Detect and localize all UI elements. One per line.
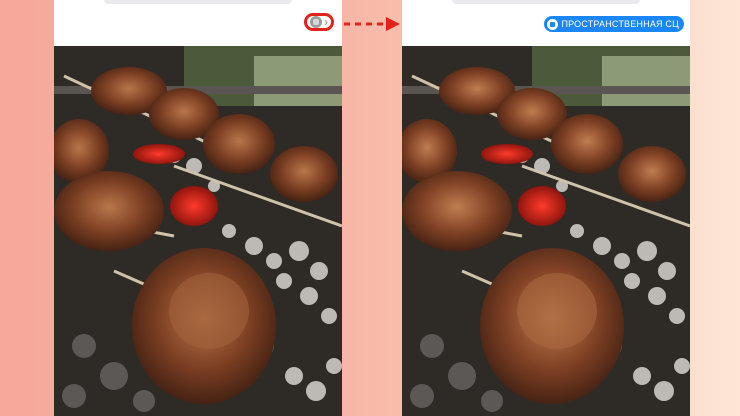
right-grill-photo — [402, 46, 690, 416]
left-top-bar: › — [54, 0, 342, 46]
spatial-scene-badge[interactable]: ПРОСТРАНСТВЕННАЯ СЦ — [544, 16, 684, 32]
spatial-scene-toggle[interactable]: › — [304, 13, 334, 31]
spatial-scene-label: ПРОСТРАНСТВЕННАЯ СЦ — [561, 19, 679, 29]
grill-photo-art — [402, 46, 690, 416]
spatial-photo-icon — [310, 16, 322, 28]
chevron-right-icon: › — [324, 15, 328, 29]
right-top-pill — [452, 0, 640, 4]
left-phone-screen: › — [54, 0, 342, 416]
grill-photo-art — [54, 46, 342, 416]
left-grill-photo — [54, 46, 342, 416]
right-top-bar: ПРОСТРАНСТВЕННАЯ СЦ — [402, 0, 690, 46]
right-phone-screen: ПРОСТРАНСТВЕННАЯ СЦ — [402, 0, 690, 416]
dashed-arrow-icon — [344, 17, 400, 31]
left-top-pill — [104, 0, 292, 4]
spatial-photo-icon — [547, 18, 559, 30]
